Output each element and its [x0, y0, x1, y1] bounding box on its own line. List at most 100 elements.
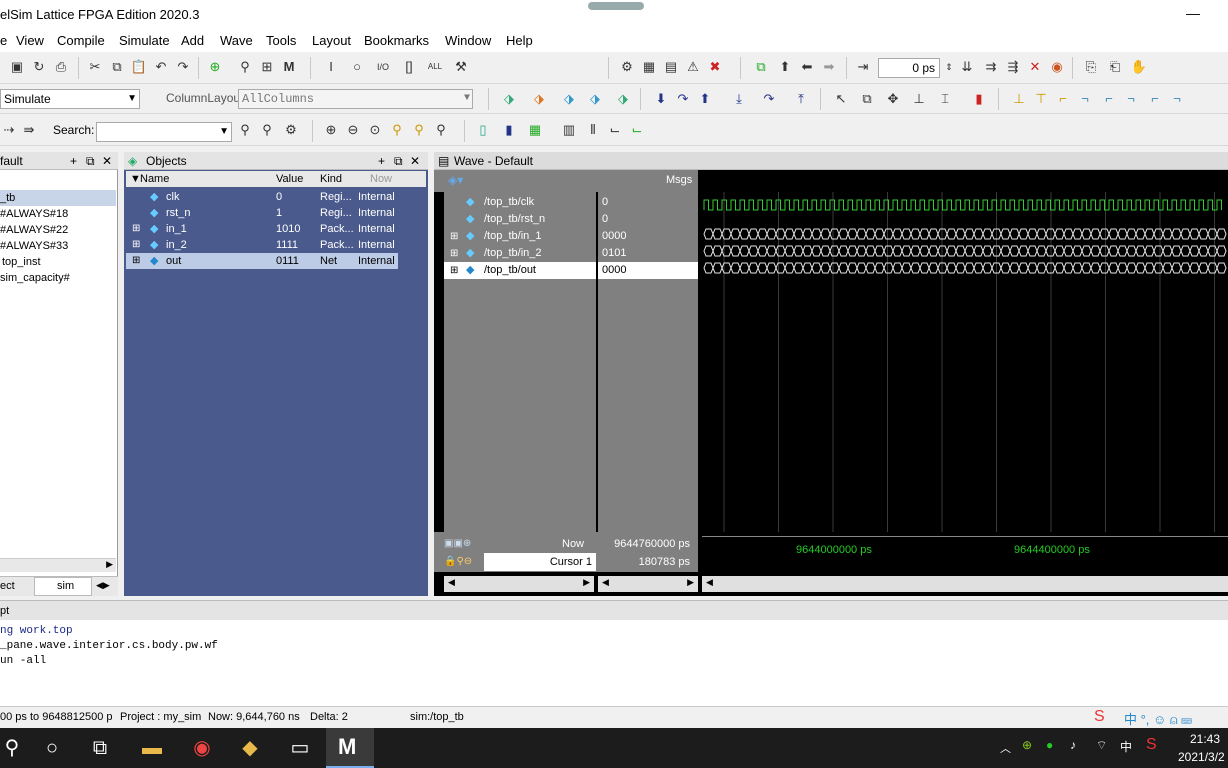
scroll-right-icon[interactable]: ▶	[106, 559, 113, 570]
horizontal-scrollbar[interactable]: ▶	[0, 558, 116, 572]
undo-icon[interactable]: ↶	[152, 58, 170, 76]
file-explorer-icon[interactable]: ▬	[140, 736, 164, 760]
scroll-left-icon[interactable]: ◀	[602, 577, 609, 588]
wave-format-4-icon[interactable]: ⌙	[628, 121, 646, 139]
tree-item[interactable]: top_inst	[2, 254, 41, 270]
wave-icon-4[interactable]: ⚠	[684, 58, 702, 76]
cortana-icon[interactable]: ○	[40, 736, 64, 760]
menu-window[interactable]: Window	[445, 33, 491, 48]
wave-icon-1[interactable]: ⚙	[618, 58, 636, 76]
menu-help[interactable]: Help	[506, 33, 533, 48]
menu-bookmarks[interactable]: Bookmarks	[364, 33, 429, 48]
breakpoint-icon[interactable]: ▮	[970, 90, 988, 108]
menu-view[interactable]: View	[16, 33, 44, 48]
volume-icon[interactable]: ♪	[1070, 738, 1076, 752]
tab-project[interactable]: ect	[0, 580, 15, 592]
expand-icon[interactable]: ⊞	[132, 237, 140, 253]
tab-sim[interactable]: sim	[34, 577, 92, 596]
zoom-range-icon[interactable]: ⚲	[410, 121, 428, 139]
edge-first-icon[interactable]: ⌐	[1100, 90, 1118, 108]
expand-icon[interactable]: ⊞	[132, 253, 140, 269]
add-icon[interactable]: ⊕	[206, 58, 224, 76]
tree-item[interactable]: #ALWAYS#33	[0, 238, 68, 254]
wave-format-3-icon[interactable]: ⌙	[606, 121, 624, 139]
wave-scrollbar[interactable]: ◀	[702, 576, 1228, 592]
ime-logo-icon[interactable]: S	[1094, 708, 1105, 726]
scroll-left-icon[interactable]: ◀	[448, 577, 455, 588]
insert-icon[interactable]: ⬗	[500, 90, 518, 108]
add-icon[interactable]: +	[70, 152, 77, 170]
scroll-right-icon[interactable]: ▶	[687, 577, 694, 588]
waveform-canvas[interactable]	[702, 170, 1228, 532]
io-icon[interactable]: I/O	[374, 58, 392, 76]
run-time-input[interactable]: 0 ps	[878, 58, 940, 78]
run-icon[interactable]: ⇊	[958, 58, 976, 76]
close-icon[interactable]: ✕	[102, 152, 112, 170]
zoom-full-icon[interactable]: ⊙	[366, 121, 384, 139]
layout-2-icon[interactable]: ▮	[500, 121, 518, 139]
expand-icon[interactable]: ⊞	[132, 221, 140, 237]
task-view-icon[interactable]: ⧉	[88, 736, 112, 760]
tool-icon[interactable]: ⚒	[452, 58, 470, 76]
chrome-icon[interactable]: ◉	[190, 736, 214, 760]
divider-icon[interactable]: ⬗	[560, 90, 578, 108]
step-icon[interactable]: I	[322, 58, 340, 76]
column-kind[interactable]: Kind	[320, 171, 342, 187]
save-icon[interactable]: ▣	[8, 58, 26, 76]
expand-icon[interactable]: ⬗	[586, 90, 604, 108]
up-icon[interactable]: ⬆	[776, 58, 794, 76]
zoom-in-icon[interactable]: ⊕	[322, 121, 340, 139]
edge-last-icon[interactable]: ¬	[1122, 90, 1140, 108]
menu-file[interactable]: e	[0, 33, 7, 48]
object-row-selected[interactable]: ⊞ ◆ out 0111 Net Internal	[126, 253, 398, 269]
print-icon[interactable]: ⎙	[52, 58, 70, 76]
all-icon[interactable]: ALL	[426, 58, 444, 76]
break-icon[interactable]: ✕	[1026, 58, 1044, 76]
search-icon[interactable]: ⚲	[236, 121, 254, 139]
menu-add[interactable]: Add	[181, 33, 204, 48]
network-icon[interactable]: ⌔	[1096, 738, 1107, 753]
clock-time[interactable]: 21:43	[1190, 732, 1220, 746]
group-icon[interactable]: ⬗	[530, 90, 548, 108]
measure-icon[interactable]: ⊥	[910, 90, 928, 108]
mode-combo[interactable]: Simulate ▼	[0, 89, 140, 109]
cursor-tools-icon[interactable]: ▣▣⊕	[444, 538, 471, 549]
zoom-out-icon[interactable]: ⊖	[344, 121, 362, 139]
step-down-icon[interactable]: ⬇	[652, 90, 670, 108]
undock-icon[interactable]: ⧉	[394, 152, 403, 170]
chevron-down-icon[interactable]: ▼	[219, 123, 229, 141]
layout-3-icon[interactable]: ▦	[526, 121, 544, 139]
spinner-icon[interactable]: ⇕	[940, 58, 958, 76]
search-icon[interactable]: ⚲	[0, 736, 24, 760]
zoom-last-icon[interactable]: ⚲	[432, 121, 450, 139]
tab-scroll-icon[interactable]: ◀▶	[96, 580, 110, 591]
modelsim-taskbar-button[interactable]: M	[326, 728, 374, 768]
run-all-icon[interactable]: ⇶	[1004, 58, 1022, 76]
loop-icon[interactable]: ○	[348, 58, 366, 76]
trace-icon[interactable]: ⇛	[20, 121, 38, 139]
wave-tools-icon[interactable]: ◈▾	[448, 173, 463, 187]
wave-signal-row[interactable]: ⊞ ◆ /top_tb/in_2	[444, 245, 596, 262]
pan-icon[interactable]: ✥	[884, 90, 902, 108]
values-scrollbar[interactable]: ◀ ▶	[598, 576, 698, 592]
stop-icon[interactable]: ◉	[1048, 58, 1066, 76]
redo-icon[interactable]: ↷	[174, 58, 192, 76]
chevron-down-icon[interactable]: ▼	[464, 90, 470, 108]
menu-compile[interactable]: Compile	[57, 33, 105, 48]
zoom-frame-icon[interactable]: ⧉	[752, 58, 770, 76]
wave-signal-row[interactable]: ◆ /top_tb/clk	[444, 194, 596, 211]
wave-signal-row-selected[interactable]: ⊞ ◆ /top_tb/out	[444, 262, 596, 279]
edge-fall-icon[interactable]: ⊤	[1032, 90, 1050, 108]
app-diamond-icon[interactable]: ◆	[238, 736, 262, 760]
continue-icon[interactable]: ⇉	[982, 58, 1000, 76]
forward-icon[interactable]: ➡	[820, 58, 838, 76]
camera-icon[interactable]: ▭	[288, 736, 312, 760]
expand-icon[interactable]: ⊞	[450, 245, 458, 262]
back-icon[interactable]: ⬅	[798, 58, 816, 76]
search-options-icon[interactable]: ⚙	[282, 121, 300, 139]
ime-toolbar-icon[interactable]: 中 °, ☺ ⍝ ⌨	[1124, 709, 1192, 728]
wave-format-1-icon[interactable]: ▥	[560, 121, 578, 139]
cursor-name[interactable]: Cursor 1	[484, 553, 596, 571]
tray-app-icon[interactable]: ⊕	[1022, 738, 1032, 752]
find-icon[interactable]: ⚲	[236, 58, 254, 76]
